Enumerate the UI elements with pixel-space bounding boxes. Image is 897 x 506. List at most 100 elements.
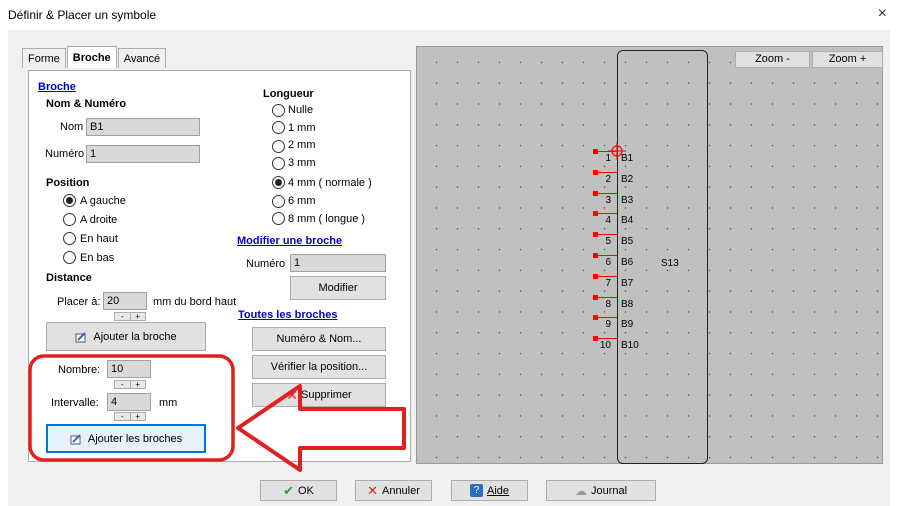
numero-nom-button[interactable]: Numéro & Nom... bbox=[252, 327, 386, 351]
pin-line bbox=[595, 192, 617, 194]
position-radio-bas[interactable] bbox=[63, 251, 76, 264]
annuler-button[interactable]: ✕ Annuler bbox=[355, 480, 432, 501]
spinner-minus[interactable]: - bbox=[115, 313, 131, 321]
pin-line bbox=[595, 255, 617, 256]
pin-number: 7 bbox=[605, 277, 611, 289]
pin-number: 10 bbox=[599, 340, 611, 352]
longueur-radio-6mm[interactable] bbox=[272, 195, 285, 208]
longueur-radio-2mm[interactable] bbox=[272, 140, 285, 153]
pin-line bbox=[595, 338, 617, 340]
position-label-haut: En haut bbox=[80, 233, 118, 245]
tab-bar: Forme Broche Avancé bbox=[22, 46, 167, 70]
longueur-radio-3mm[interactable] bbox=[272, 157, 285, 170]
longueur-radio-8mm[interactable] bbox=[272, 212, 285, 225]
pin-line bbox=[595, 234, 617, 236]
checkmark-icon: ✔ bbox=[283, 482, 294, 498]
pin-name: B3 bbox=[621, 194, 634, 206]
position-radio-haut[interactable] bbox=[63, 232, 76, 245]
longueur-label-2mm: 2 mm bbox=[288, 139, 316, 151]
help-icon: ? bbox=[469, 484, 483, 497]
pin-number: 8 bbox=[605, 298, 611, 310]
longueur-label-3mm: 3 mm bbox=[288, 157, 316, 169]
longueur-label-nulle: Nulle bbox=[288, 104, 314, 116]
verifier-position-button[interactable]: Vérifier la position... bbox=[252, 355, 386, 379]
pin-line bbox=[595, 275, 617, 277]
pin-name: B6 bbox=[621, 257, 634, 268]
longueur-label-1mm: 1 mm bbox=[288, 122, 316, 134]
position-radio-droite[interactable] bbox=[63, 213, 76, 226]
journal-label: Journal bbox=[590, 484, 628, 497]
intervalle-label: Intervalle: bbox=[51, 397, 99, 409]
pin-line bbox=[595, 213, 617, 215]
nom-numero-heading: Nom & Numéro bbox=[46, 98, 127, 110]
longueur-label-4mm: 4 mm ( normale ) bbox=[288, 177, 372, 189]
pin-number: 9 bbox=[605, 319, 611, 331]
longueur-radio-nulle[interactable] bbox=[272, 104, 285, 117]
intervalle-spinner[interactable]: - + bbox=[114, 412, 146, 421]
ajouter-broche-button[interactable]: Ajouter la broche bbox=[46, 322, 206, 351]
intervalle-unit: mm bbox=[159, 397, 178, 409]
nombre-input[interactable]: 10 bbox=[107, 360, 151, 378]
zoom-in-button[interactable]: Zoom + bbox=[812, 51, 883, 68]
journal-icon: ☁ bbox=[574, 483, 587, 498]
distance-input[interactable]: 20 bbox=[103, 292, 147, 310]
modifier-broche-link[interactable]: Modifier une broche bbox=[237, 235, 342, 247]
modifier-numero-label: Numéro bbox=[246, 258, 286, 270]
close-icon[interactable]: × bbox=[878, 5, 887, 23]
position-label-gauche: A gauche bbox=[80, 195, 126, 207]
journal-button[interactable]: ☁ Journal bbox=[546, 480, 656, 501]
ajouter-broches-button[interactable]: Ajouter les broches bbox=[46, 424, 206, 453]
position-label-droite: A droite bbox=[80, 214, 118, 226]
aide-button[interactable]: ? Aide bbox=[451, 480, 528, 501]
supprimer-label: Supprimer bbox=[300, 389, 352, 401]
symbol-reference: S13 bbox=[661, 258, 679, 269]
position-heading: Position bbox=[46, 177, 90, 189]
longueur-heading: Longueur bbox=[263, 88, 314, 100]
pin-name: B10 bbox=[621, 340, 639, 352]
pin-line bbox=[595, 296, 617, 298]
add-pins-icon bbox=[70, 433, 84, 445]
add-pin-icon bbox=[75, 331, 89, 343]
supprimer-button[interactable]: ✕ Supprimer bbox=[252, 383, 386, 407]
longueur-label-6mm: 6 mm bbox=[288, 195, 316, 207]
distance-heading: Distance bbox=[46, 272, 92, 284]
distance-suffix: mm du bord haut bbox=[153, 296, 237, 308]
spinner-minus[interactable]: - bbox=[115, 381, 131, 389]
pin-name: B5 bbox=[621, 236, 634, 248]
modifier-numero-input[interactable]: 1 bbox=[290, 254, 386, 272]
tab-broche[interactable]: Broche bbox=[66, 46, 117, 68]
numero-input[interactable]: 1 bbox=[86, 145, 200, 163]
zoom-out-button[interactable]: Zoom - bbox=[735, 51, 810, 68]
pin-line bbox=[595, 171, 617, 173]
nombre-spinner[interactable]: - + bbox=[114, 380, 146, 389]
pin-number: 2 bbox=[605, 173, 611, 185]
aide-label: Aide bbox=[486, 484, 510, 497]
modifier-button[interactable]: Modifier bbox=[290, 276, 386, 300]
pin-line bbox=[595, 317, 617, 319]
nom-input[interactable]: B1 bbox=[86, 118, 200, 136]
tab-avance[interactable]: Avancé bbox=[117, 48, 167, 68]
longueur-radio-4mm[interactable] bbox=[272, 176, 285, 189]
spinner-plus[interactable]: + bbox=[131, 413, 146, 421]
pin-name: B7 bbox=[621, 277, 634, 289]
position-radio-gauche[interactable] bbox=[63, 194, 76, 207]
longueur-radio-1mm[interactable] bbox=[272, 121, 285, 134]
spinner-plus[interactable]: + bbox=[131, 381, 146, 389]
tab-forme[interactable]: Forme bbox=[22, 48, 66, 68]
broche-link[interactable]: Broche bbox=[38, 81, 76, 93]
pin-number: 6 bbox=[605, 257, 611, 268]
spinner-minus[interactable]: - bbox=[115, 413, 131, 421]
intervalle-input[interactable]: 4 bbox=[107, 393, 151, 411]
origin-crosshair-icon bbox=[608, 142, 626, 160]
toutes-broches-link[interactable]: Toutes les broches bbox=[238, 309, 337, 321]
pin-name: B9 bbox=[621, 319, 634, 331]
pin-number: 4 bbox=[605, 215, 611, 227]
nombre-label: Nombre: bbox=[58, 364, 101, 376]
spinner-plus[interactable]: + bbox=[131, 313, 146, 321]
distance-label: Placer à: bbox=[57, 296, 101, 308]
distance-spinner[interactable]: - + bbox=[114, 312, 146, 321]
position-label-bas: En bas bbox=[80, 252, 115, 264]
ajouter-broches-label: Ajouter les broches bbox=[87, 432, 183, 445]
numero-label: Numéro bbox=[45, 148, 85, 160]
ok-button[interactable]: ✔ OK bbox=[260, 480, 337, 501]
